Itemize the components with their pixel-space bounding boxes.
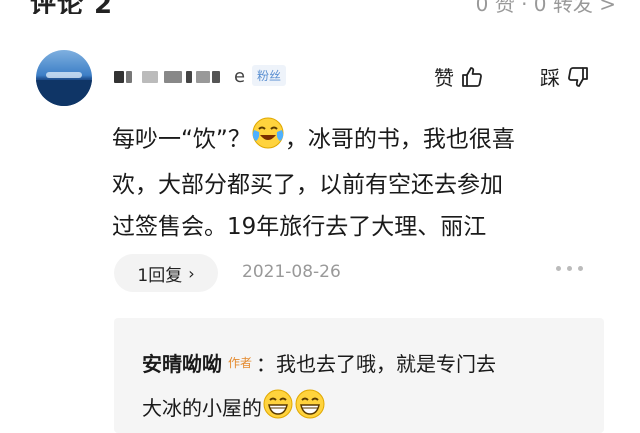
avatar-sea bbox=[36, 80, 92, 106]
reply-text-1: ：我也去了哦，就是专门去 bbox=[256, 352, 497, 376]
comment-text-1b: ，冰哥的书，我也很喜 bbox=[284, 126, 515, 153]
reply-count-button[interactable]: 1回复 › bbox=[114, 254, 218, 292]
dislike-button[interactable]: 踩 bbox=[540, 62, 590, 91]
reply-line-1: 安晴呦呦 作者 ：我也去了哦，就是专门去 bbox=[142, 348, 496, 377]
dislike-label: 踩 bbox=[540, 66, 560, 90]
chevron-right-icon: › bbox=[188, 263, 195, 283]
comment-line-2: 欢，大部分都买了，以前有空还去参加 bbox=[112, 172, 503, 198]
reply-text-2: 大冰的小屋的 bbox=[142, 396, 262, 420]
comment-line-3: 过签售会。19年旅行去了大理、丽江 bbox=[112, 214, 487, 240]
more-dots-icon[interactable] bbox=[556, 266, 583, 271]
stats-link[interactable]: 0 赞 · 0 转发 > bbox=[476, 0, 616, 14]
avatar[interactable] bbox=[36, 50, 92, 106]
comments-title: 评论 2 bbox=[30, 0, 113, 14]
like-label: 赞 bbox=[434, 66, 454, 90]
grinning-emoji bbox=[262, 388, 294, 425]
avatar-cloud bbox=[46, 72, 82, 78]
like-button[interactable]: 赞 bbox=[434, 62, 484, 91]
thumbs-down-icon bbox=[568, 66, 588, 87]
reply-line-2: 大冰的小屋的 bbox=[142, 388, 326, 425]
fan-badge: 粉丝 bbox=[252, 65, 287, 86]
comment-body: 每吵一“饮”？ ，冰哥的书，我也很喜 欢，大部分都买了，以前有空还去参加 过签售… bbox=[112, 116, 612, 248]
comment-line-1: 每吵一“饮”？ ，冰哥的书，我也很喜 bbox=[112, 116, 612, 164]
top-bar: 评论 2 0 赞 · 0 转发 > bbox=[0, 0, 640, 14]
username-mosaic bbox=[112, 68, 232, 86]
reply-author[interactable]: 安晴呦呦 bbox=[142, 348, 222, 377]
username-tail: e bbox=[234, 66, 246, 87]
reply-box[interactable]: 安晴呦呦 作者 ：我也去了哦，就是专门去 大冰的小屋的 bbox=[114, 318, 604, 433]
author-tag: 作者 bbox=[228, 356, 253, 370]
comment-text-1a: 每吵一“饮”？ bbox=[112, 126, 251, 153]
username[interactable]: e bbox=[112, 66, 245, 87]
grinning-emoji bbox=[294, 388, 326, 425]
comment-date: 2021-08-26 bbox=[242, 262, 341, 282]
reply-count-label: 1回复 bbox=[137, 265, 183, 286]
thumbs-up-icon bbox=[462, 66, 482, 87]
crying-laughing-emoji bbox=[251, 116, 285, 164]
